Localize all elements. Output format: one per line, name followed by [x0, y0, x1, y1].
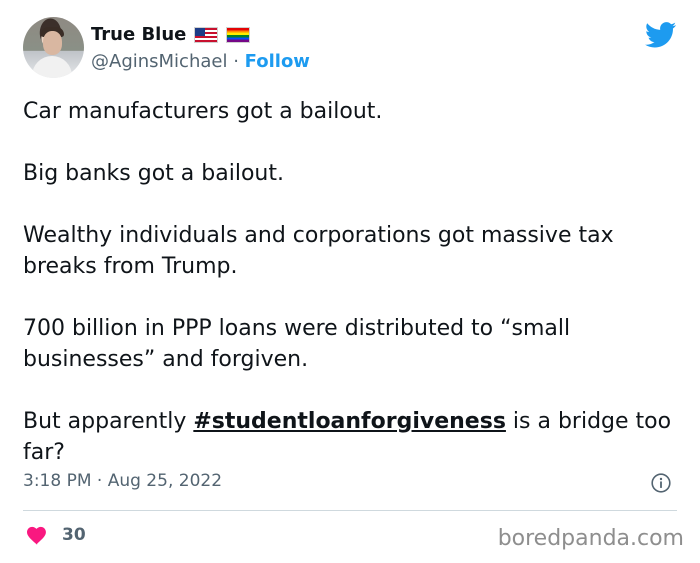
watermark: boredpanda.com — [497, 526, 684, 551]
tweet-paragraph-last: But apparently #studentloanforgiveness i… — [23, 406, 673, 468]
follow-button[interactable]: Follow — [245, 51, 310, 72]
tweet-paragraph: 700 billion in PPP loans were distribute… — [23, 316, 571, 372]
timestamp[interactable]: 3:18 PM · Aug 25, 2022 — [23, 471, 222, 491]
like-action[interactable]: 30 — [26, 525, 86, 545]
rainbow-flag-icon — [226, 26, 251, 43]
like-count: 30 — [62, 525, 86, 545]
tweet-paragraph: Wealthy individuals and corporations got… — [23, 223, 614, 279]
separator: · — [233, 51, 239, 72]
divider — [23, 510, 677, 511]
avatar[interactable] — [23, 17, 84, 78]
tweet-paragraph: Car manufacturers got a bailout. — [23, 99, 383, 124]
name-row: True Blue — [91, 24, 251, 45]
hashtag-link[interactable]: #studentloanforgiveness — [193, 409, 506, 434]
tweet-text: Car manufacturers got a bailout. Big ban… — [23, 96, 673, 468]
tweet-text-before-hashtag: But apparently — [23, 409, 194, 434]
tweet-paragraph: Big banks got a bailout. — [23, 161, 284, 186]
twitter-bird-icon[interactable] — [645, 22, 677, 48]
handle-row: @AginsMichael · Follow — [91, 51, 310, 72]
us-flag-icon — [194, 26, 219, 43]
heart-icon[interactable] — [26, 525, 48, 545]
avatar-face — [43, 31, 62, 55]
handle[interactable]: @AginsMichael — [91, 51, 227, 72]
info-icon[interactable] — [651, 473, 671, 493]
avatar-shoulders — [32, 56, 72, 78]
display-name[interactable]: True Blue — [91, 24, 186, 45]
tweet-header: True Blue @AginsMichael · Follow — [0, 0, 700, 86]
